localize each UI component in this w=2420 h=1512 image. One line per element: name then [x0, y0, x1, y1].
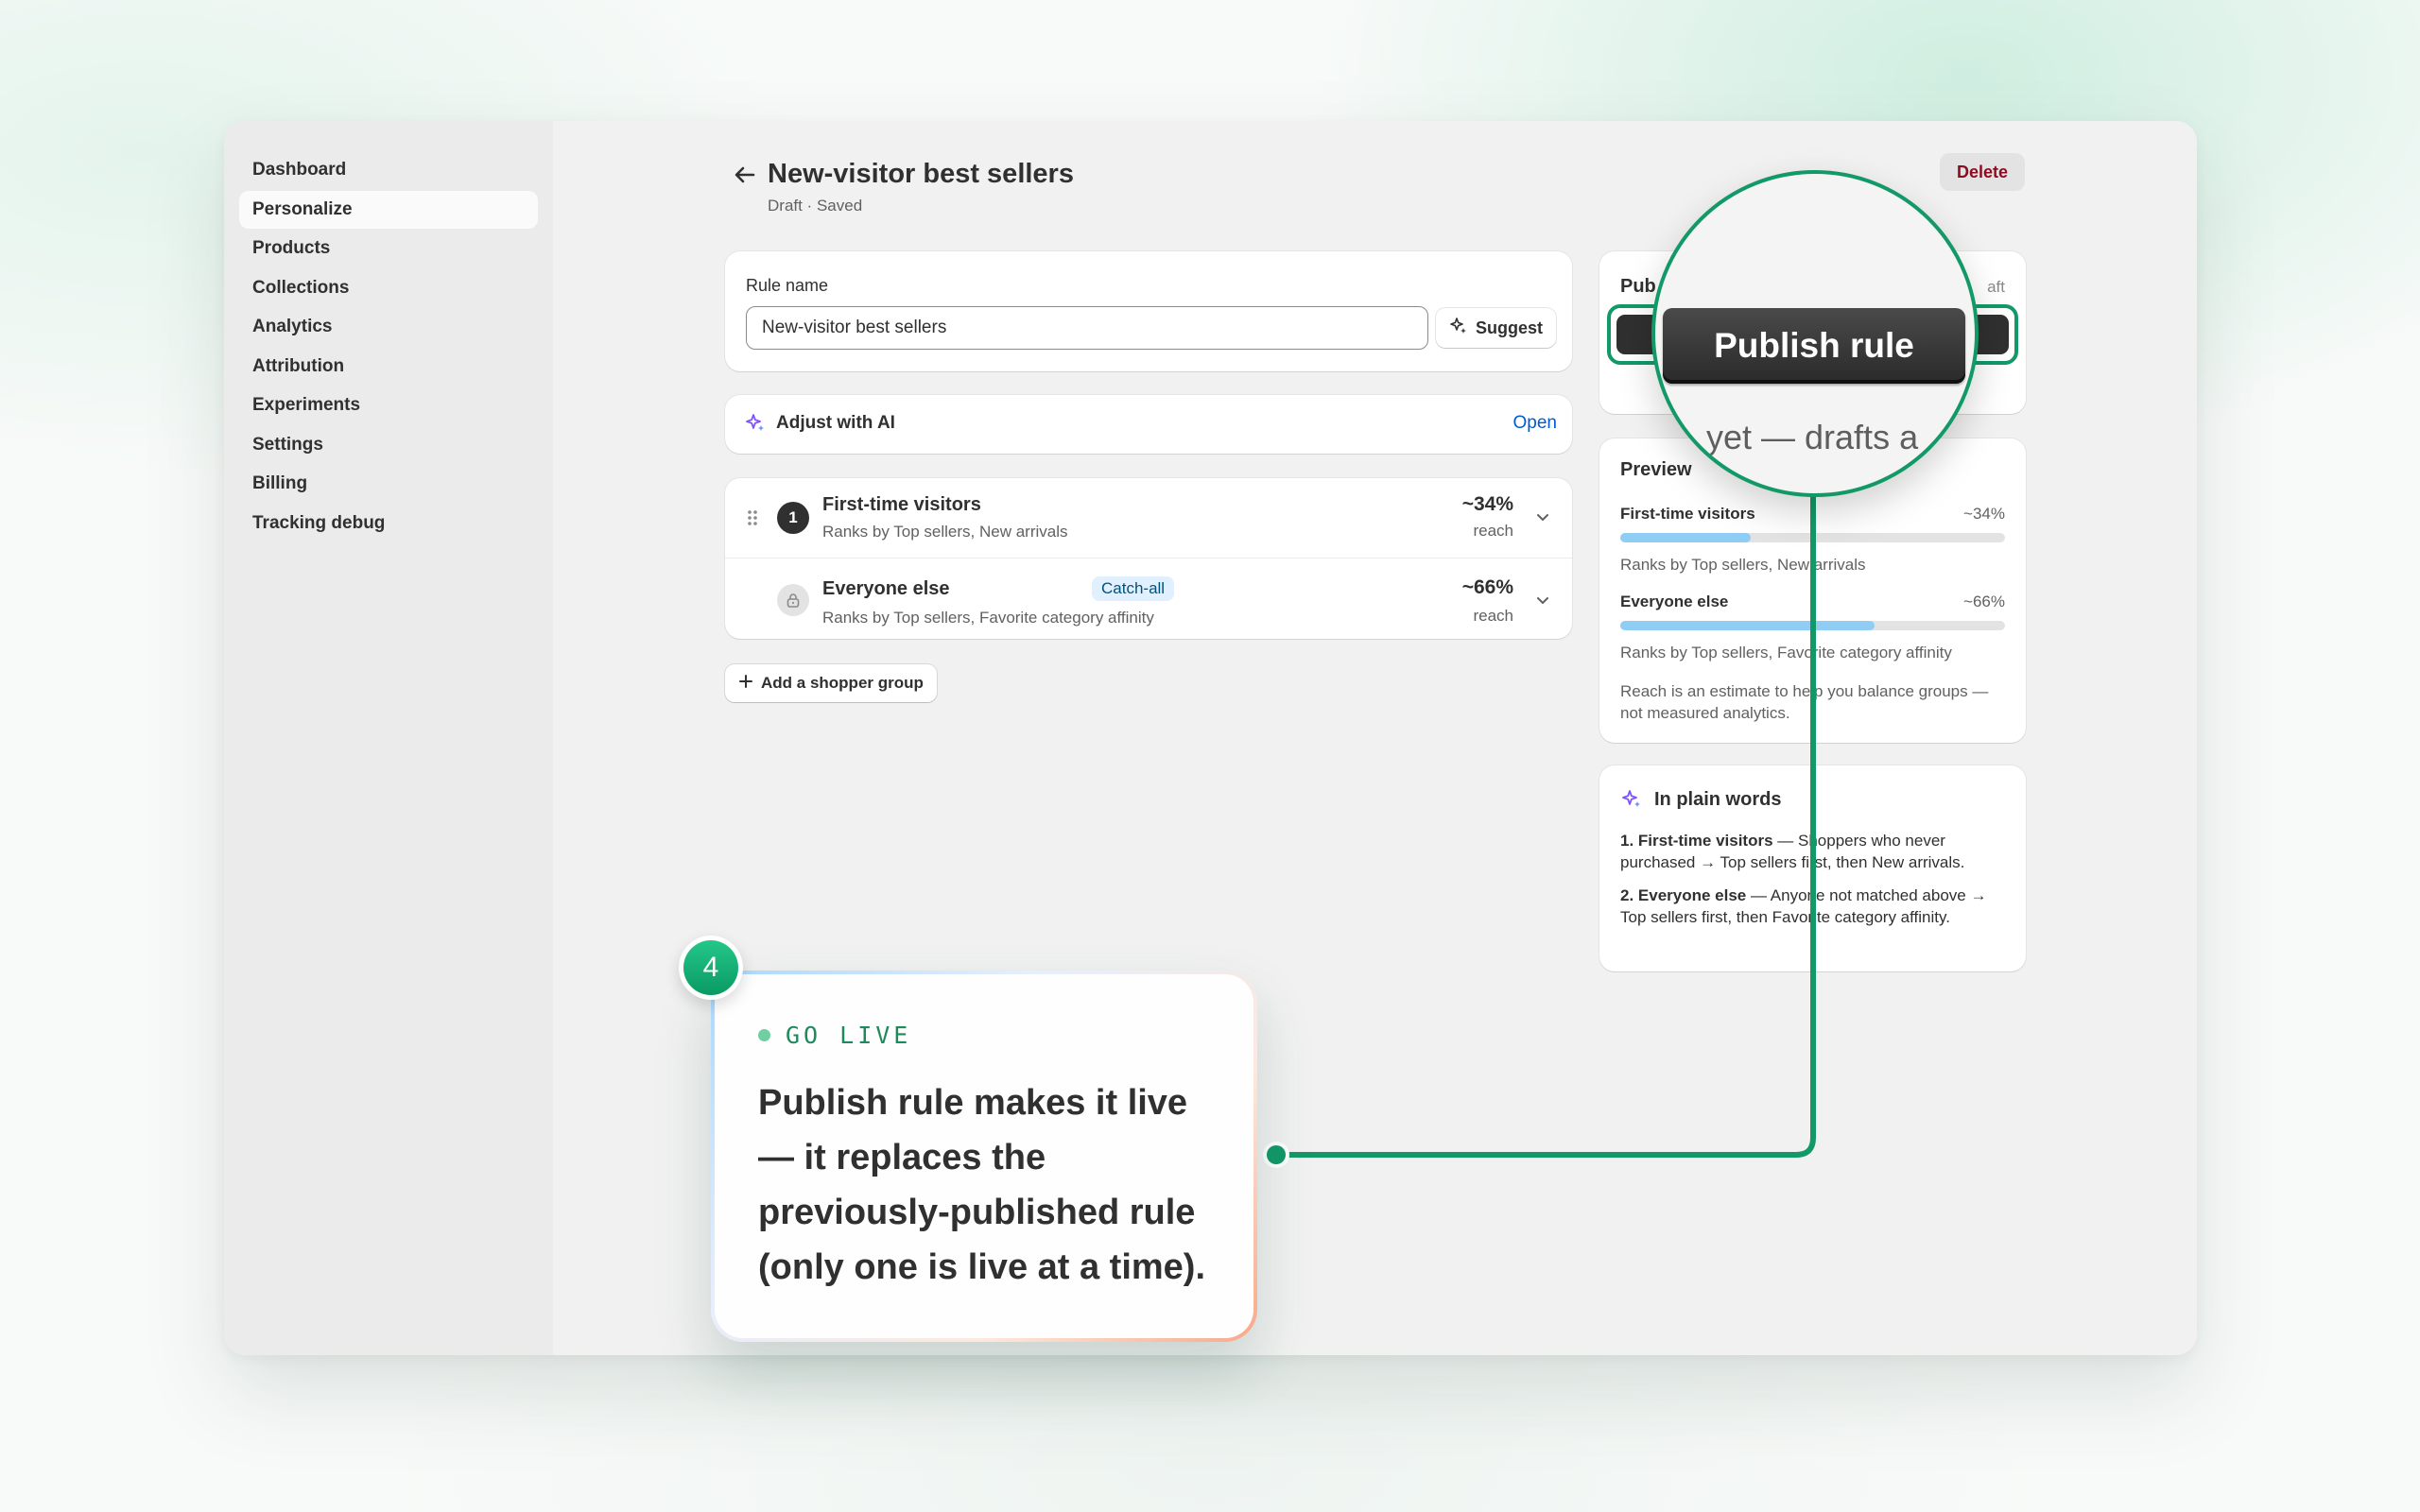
- magnified-text: yet — drafts a: [1706, 418, 1919, 456]
- callout-card: GO LIVE Publish rule makes it live — it …: [711, 971, 1257, 1342]
- callout-text: Publish rule makes it live — it replaces…: [758, 1083, 1206, 1287]
- callout-eyebrow: GO LIVE: [758, 1022, 1210, 1049]
- step-badge: 4: [679, 936, 743, 1000]
- step-number: 4: [683, 940, 738, 995]
- callout-eyebrow-label: GO LIVE: [786, 1022, 912, 1049]
- magnifier: Publish rule yet — drafts a: [1651, 170, 1979, 497]
- status-dot-icon: [758, 1029, 770, 1041]
- magnified-publish-rule-button[interactable]: Publish rule: [1663, 308, 1965, 384]
